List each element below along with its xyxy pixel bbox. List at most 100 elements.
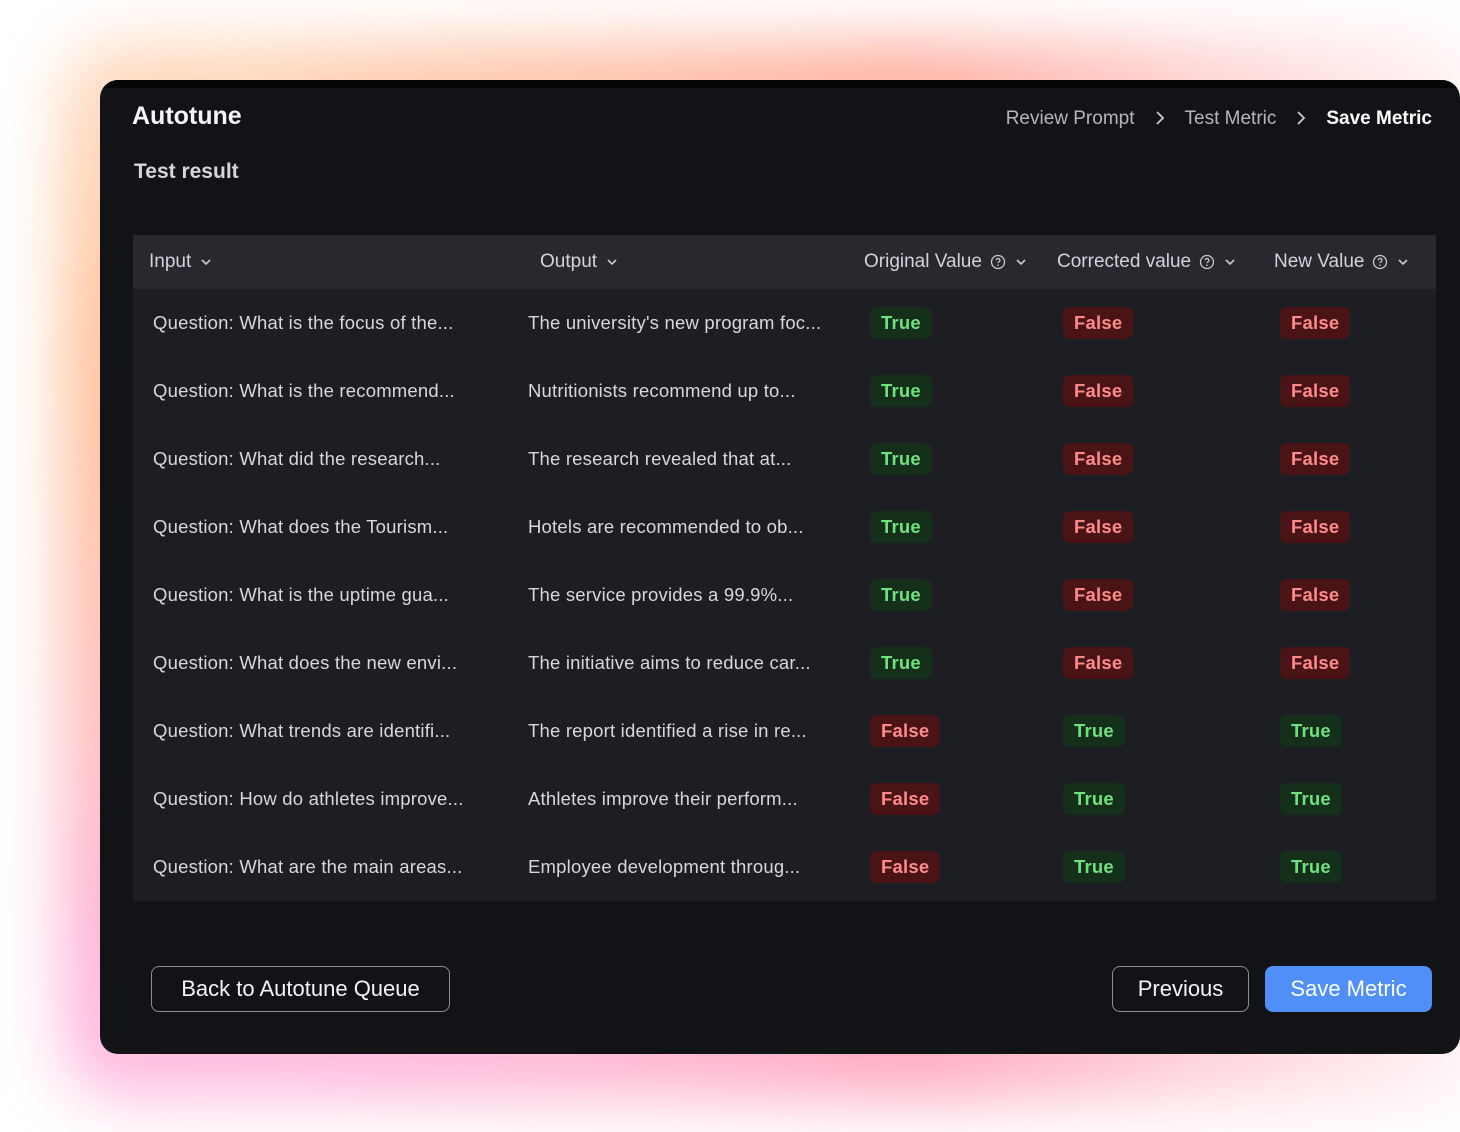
chevron-down-icon bbox=[1016, 259, 1026, 266]
table-row[interactable]: Question: What trends are identifi... The… bbox=[133, 697, 1436, 765]
output-cell: The research revealed that at... bbox=[528, 448, 792, 469]
new-value-cell: True bbox=[1280, 833, 1342, 901]
table-row[interactable]: Question: What is the uptime gua... The s… bbox=[133, 561, 1436, 629]
corrected-value-cell: False bbox=[1063, 561, 1134, 629]
original-value-cell: True bbox=[870, 629, 932, 697]
corrected-value-badge: True bbox=[1063, 851, 1125, 883]
output-cell: The service provides a 99.9%... bbox=[528, 584, 794, 605]
results-table: Input Output Original Value Corrected va… bbox=[133, 235, 1436, 901]
output-cell: The report identified a rise in re... bbox=[528, 720, 807, 741]
corrected-value-badge: False bbox=[1063, 579, 1134, 611]
table-row[interactable]: Question: What are the main areas... Empl… bbox=[133, 833, 1436, 901]
original-value-badge: True bbox=[870, 647, 932, 679]
table-row[interactable]: Question: What does the Tourism... Hotels… bbox=[133, 493, 1436, 561]
corrected-value-cell: False bbox=[1063, 357, 1134, 425]
table-row[interactable]: Question: What did the research... The re… bbox=[133, 425, 1436, 493]
corrected-value-badge: False bbox=[1063, 307, 1134, 339]
original-value-cell: True bbox=[870, 425, 932, 493]
new-value-badge: True bbox=[1280, 715, 1342, 747]
new-value-cell: False bbox=[1280, 425, 1351, 493]
input-cell: Question: What are the main areas... bbox=[153, 856, 463, 877]
corrected-value-badge: False bbox=[1063, 375, 1134, 407]
new-value-badge: False bbox=[1280, 579, 1351, 611]
corrected-value-cell: False bbox=[1063, 493, 1134, 561]
column-header-label: Input bbox=[149, 251, 192, 272]
breadcrumb-review-prompt[interactable]: Review Prompt bbox=[1006, 108, 1135, 130]
table-row[interactable]: Question: How do athletes improve... Athl… bbox=[133, 765, 1436, 833]
section-title: Test result bbox=[134, 160, 239, 183]
input-cell: Question: What is the uptime gua... bbox=[153, 584, 449, 605]
new-value-cell: False bbox=[1280, 561, 1351, 629]
column-header-original-value[interactable]: Original Value bbox=[864, 235, 1028, 289]
input-cell: Question: What trends are identifi... bbox=[153, 720, 451, 741]
chevron-down-icon bbox=[1225, 259, 1235, 266]
original-value-badge: True bbox=[870, 375, 932, 407]
column-header-label: New Value bbox=[1274, 251, 1365, 272]
chevron-right-icon bbox=[1135, 109, 1185, 130]
corrected-value-badge: False bbox=[1063, 511, 1134, 543]
table-header: Input Output Original Value Corrected va… bbox=[133, 235, 1436, 289]
corrected-value-badge: False bbox=[1063, 647, 1134, 679]
corrected-value-cell: True bbox=[1063, 697, 1125, 765]
original-value-badge: True bbox=[870, 443, 932, 475]
save-metric-button[interactable]: Save Metric bbox=[1265, 966, 1432, 1012]
original-value-cell: True bbox=[870, 561, 932, 629]
column-header-label: Corrected value bbox=[1057, 251, 1192, 272]
new-value-cell: True bbox=[1280, 765, 1342, 833]
help-circle-icon[interactable] bbox=[1199, 254, 1215, 270]
output-cell: The university's new program foc... bbox=[528, 312, 822, 333]
input-cell: Question: How do athletes improve... bbox=[153, 788, 464, 809]
input-cell: Question: What is the focus of the... bbox=[153, 312, 454, 333]
corrected-value-cell: True bbox=[1063, 765, 1125, 833]
column-header-label: Output bbox=[540, 251, 598, 272]
chevron-down-icon bbox=[1398, 259, 1409, 266]
original-value-cell: True bbox=[870, 357, 932, 425]
new-value-badge: False bbox=[1280, 647, 1351, 679]
table-row[interactable]: Question: What is the recommend... Nutrit… bbox=[133, 357, 1436, 425]
help-circle-icon[interactable] bbox=[990, 254, 1006, 270]
new-value-badge: True bbox=[1280, 851, 1342, 883]
original-value-badge: True bbox=[870, 511, 932, 543]
autotune-window: Autotune Review Prompt Test Metric Save … bbox=[100, 80, 1460, 1054]
previous-button[interactable]: Previous bbox=[1112, 966, 1249, 1012]
column-header-new-value[interactable]: New Value bbox=[1274, 235, 1410, 289]
corrected-value-cell: False bbox=[1063, 289, 1134, 357]
back-to-queue-button[interactable]: Back to Autotune Queue bbox=[151, 966, 450, 1012]
breadcrumb-save-metric[interactable]: Save Metric bbox=[1326, 108, 1432, 130]
new-value-badge: False bbox=[1280, 443, 1351, 475]
original-value-cell: False bbox=[870, 765, 941, 833]
original-value-cell: True bbox=[870, 493, 932, 561]
new-value-badge: True bbox=[1280, 783, 1342, 815]
output-cell: The initiative aims to reduce car... bbox=[528, 652, 811, 673]
original-value-badge: True bbox=[870, 579, 932, 611]
input-cell: Question: What did the research... bbox=[153, 448, 441, 469]
corrected-value-cell: False bbox=[1063, 425, 1134, 493]
app-title: Autotune bbox=[132, 102, 242, 130]
original-value-cell: False bbox=[870, 697, 941, 765]
chevron-right-icon bbox=[1276, 109, 1326, 130]
original-value-badge: False bbox=[870, 715, 941, 747]
input-cell: Question: What does the new envi... bbox=[153, 652, 458, 673]
help-circle-icon[interactable] bbox=[1372, 254, 1388, 270]
output-cell: Nutritionists recommend up to... bbox=[528, 380, 796, 401]
output-cell: Hotels are recommended to ob... bbox=[528, 516, 804, 537]
corrected-value-badge: True bbox=[1063, 783, 1125, 815]
corrected-value-badge: False bbox=[1063, 443, 1134, 475]
input-cell: Question: What does the Tourism... bbox=[153, 516, 449, 537]
column-header-output[interactable]: Output bbox=[540, 235, 619, 289]
original-value-badge: True bbox=[870, 307, 932, 339]
column-header-corrected-value[interactable]: Corrected value bbox=[1057, 235, 1237, 289]
input-cell: Question: What is the recommend... bbox=[153, 380, 455, 401]
breadcrumb-test-metric[interactable]: Test Metric bbox=[1185, 108, 1277, 130]
corrected-value-badge: True bbox=[1063, 715, 1125, 747]
table-row[interactable]: Question: What does the new envi... The i… bbox=[133, 629, 1436, 697]
corrected-value-cell: False bbox=[1063, 629, 1134, 697]
new-value-cell: False bbox=[1280, 629, 1351, 697]
new-value-cell: False bbox=[1280, 357, 1351, 425]
table-row[interactable]: Question: What is the focus of the... The… bbox=[133, 289, 1436, 357]
output-cell: Athletes improve their perform... bbox=[528, 788, 798, 809]
chevron-down-icon bbox=[201, 259, 211, 266]
new-value-badge: False bbox=[1280, 307, 1351, 339]
column-header-input[interactable]: Input bbox=[149, 235, 213, 289]
corrected-value-cell: True bbox=[1063, 833, 1125, 901]
